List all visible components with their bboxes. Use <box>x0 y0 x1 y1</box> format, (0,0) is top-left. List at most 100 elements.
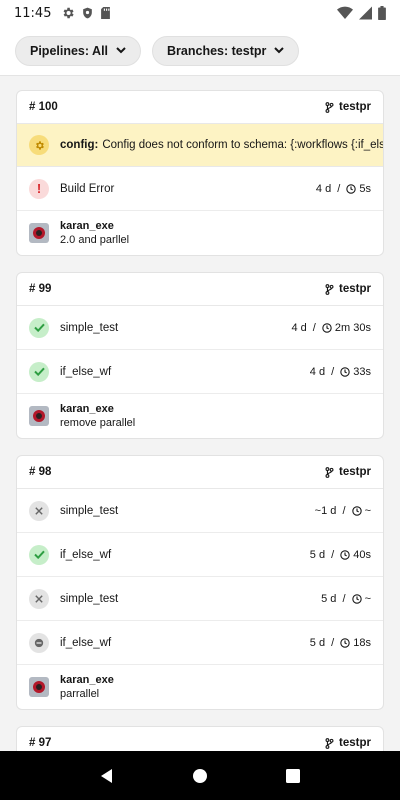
pipelines-filter-button[interactable]: Pipelines: All <box>15 35 142 66</box>
workflow-age: 5 d <box>321 592 337 605</box>
pipeline-number: # 100 <box>29 101 58 113</box>
gear-icon <box>64 7 75 19</box>
workflow-age: ~1 d <box>314 504 337 517</box>
commit-message: 2.0 and parllel <box>60 234 130 246</box>
pipelines-filter-label: Pipelines: All <box>30 43 109 58</box>
commit-message: remove parallel <box>60 417 136 429</box>
success-icon <box>29 544 49 565</box>
back-icon[interactable] <box>99 768 115 784</box>
home-icon[interactable] <box>192 768 208 784</box>
separator: / <box>339 504 349 517</box>
workflow-row[interactable]: simple_test ~1 d / ~ <box>17 489 383 533</box>
avatar <box>29 406 49 426</box>
status-bar: 11:45 <box>0 0 400 26</box>
workflow-row[interactable]: if_else_wf 4 d / 33s <box>17 350 383 394</box>
workflow-name: if_else_wf <box>60 636 112 649</box>
branch-name: testpr <box>339 466 371 478</box>
pipeline-card[interactable]: # 100 testpr config: Config does not con… <box>16 90 384 256</box>
workflow-row[interactable]: if_else_wf 5 d / 18s <box>17 621 383 665</box>
workflow-name: Build Error <box>60 182 115 195</box>
status-time: 11:45 <box>14 5 52 21</box>
workflow-meta: 4 d / 33s <box>310 366 371 378</box>
workflow-duration: 33s <box>353 365 371 378</box>
clock-icon <box>346 183 357 194</box>
separator: / <box>334 182 344 195</box>
workflow-meta: 4 d / 5s <box>316 183 371 195</box>
separator: / <box>328 548 338 561</box>
branch-icon <box>325 737 334 749</box>
chevron-down-icon <box>116 47 126 54</box>
workflow-duration: 18s <box>353 636 371 649</box>
branch-name: testpr <box>339 283 371 295</box>
branch-tag: testpr <box>325 101 371 113</box>
workflow-name: simple_test <box>60 504 119 517</box>
filter-bar: Pipelines: All Branches: testpr <box>0 26 400 76</box>
workflow-age: 4 d <box>315 182 332 195</box>
workflow-name: simple_test <box>60 321 119 334</box>
pipeline-header: # 97 testpr <box>17 727 383 751</box>
avatar <box>29 677 49 697</box>
workflow-meta: ~1 d / ~ <box>315 505 371 517</box>
branch-name: testpr <box>339 101 371 113</box>
workflow-duration: ~ <box>364 504 371 517</box>
clock-icon <box>322 322 332 333</box>
workflow-age: 4 d <box>309 365 326 378</box>
commit-row: karan_exe remove parallel <box>17 394 383 438</box>
workflow-meta: 5 d / 18s <box>310 637 371 649</box>
workflow-duration: 40s <box>353 548 371 561</box>
branch-icon <box>325 466 334 478</box>
pipeline-header: # 98 testpr <box>17 456 383 489</box>
workflow-row[interactable]: ! Build Error 4 d / 5s <box>17 167 383 211</box>
avatar <box>29 223 49 243</box>
workflow-meta: 5 d / 40s <box>310 549 371 561</box>
separator: / <box>328 636 338 649</box>
clock-icon <box>340 637 350 648</box>
workflow-duration: 5s <box>359 182 371 195</box>
branches-filter-button[interactable]: Branches: testpr <box>152 35 300 66</box>
workflow-meta: 4 d / 2m 30s <box>291 322 371 334</box>
workflow-row[interactable]: simple_test 4 d / 2m 30s <box>17 306 383 350</box>
sd-card-icon <box>101 6 111 20</box>
branch-name: testpr <box>339 737 371 749</box>
commit-author: karan_exe <box>60 403 114 415</box>
branches-filter-label: Branches: testpr <box>167 43 267 58</box>
pipeline-number: # 97 <box>29 737 52 749</box>
clock-icon <box>340 549 350 560</box>
canceled-icon <box>29 500 49 521</box>
success-icon <box>29 361 49 382</box>
workflow-row[interactable]: if_else_wf 5 d / 40s <box>17 533 383 577</box>
workflow-meta: 5 d / ~ <box>321 593 371 605</box>
commit-message: parrallel <box>60 688 100 700</box>
workflow-row[interactable]: simple_test 5 d / ~ <box>17 577 383 621</box>
workflow-duration: 2m 30s <box>334 321 371 334</box>
clock-icon <box>340 366 350 377</box>
commit-author: karan_exe <box>60 674 114 686</box>
pipeline-card[interactable]: # 97 testpr <box>16 726 384 751</box>
commit-row: karan_exe parrallel <box>17 665 383 709</box>
config-error-banner[interactable]: config: Config does not conform to schem… <box>17 124 383 167</box>
banner-label: config: <box>60 139 99 151</box>
success-icon <box>29 317 49 338</box>
pipeline-number: # 99 <box>29 283 52 295</box>
pipeline-card[interactable]: # 99 testpr simple_test 4 d / 2m 30s if_… <box>16 272 384 439</box>
blocked-icon <box>29 632 49 653</box>
workflow-name: if_else_wf <box>60 365 112 378</box>
separator: / <box>339 592 349 605</box>
pipeline-list[interactable]: # 100 testpr config: Config does not con… <box>0 77 400 751</box>
pipeline-card[interactable]: # 98 testpr simple_test ~1 d / ~ if_else… <box>16 455 384 710</box>
system-nav-bar <box>0 751 400 800</box>
canceled-icon <box>29 588 49 609</box>
workflow-name: if_else_wf <box>60 548 112 561</box>
cell-signal-icon <box>359 6 372 20</box>
workflow-duration: ~ <box>364 592 371 605</box>
clock-icon <box>351 505 362 516</box>
battery-icon <box>378 6 386 20</box>
branch-icon <box>325 283 334 295</box>
clock-icon <box>351 593 362 604</box>
workflow-age: 4 d <box>291 321 307 334</box>
workflow-age: 5 d <box>309 548 326 561</box>
separator: / <box>309 321 319 334</box>
recents-icon[interactable] <box>285 768 301 784</box>
commit-row: karan_exe 2.0 and parllel <box>17 211 383 255</box>
pipeline-header: # 99 testpr <box>17 273 383 306</box>
